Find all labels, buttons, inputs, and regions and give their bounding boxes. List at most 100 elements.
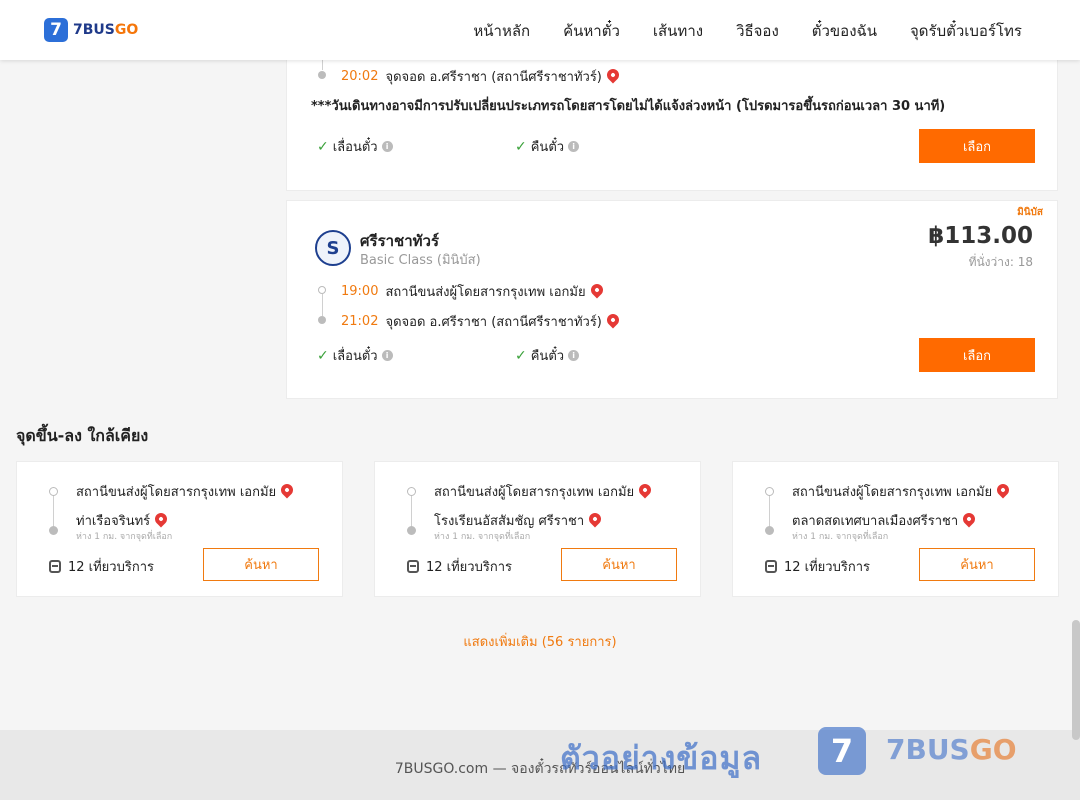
info-icon[interactable]: i	[381, 350, 393, 361]
arrive-row: 21:02 จุดจอด อ.ศรีราชา (สถานีศรีราชาทัวร…	[341, 311, 622, 332]
bus-icon	[765, 560, 777, 573]
trip-count: 12 เที่ยวบริการ	[407, 556, 512, 577]
search-button[interactable]: ค้นหา	[203, 548, 319, 581]
map-pin-icon[interactable]	[588, 281, 606, 298]
depart-time: 19:00	[341, 284, 379, 299]
feature-label: คืนตั๋ว	[530, 140, 565, 155]
to-stop: โรงเรียนอัสสัมชัญ ศรีราชา	[434, 510, 604, 531]
from-stop: สถานีขนส่งผู้โดยสารกรุงเทพ เอกมัย	[76, 481, 296, 502]
arrive-dot	[318, 71, 326, 79]
top-nav-bar: 7 7BUSGO หน้าหลัก ค้นหาตั๋ว เส้นทาง วิธี…	[0, 0, 1080, 60]
trip-count-label: 12 เที่ยวบริการ	[784, 560, 870, 575]
to-stop-label: ตลาดสดเทศบาลเมืองศรีราชา	[792, 514, 959, 529]
map-pin-icon[interactable]	[604, 311, 622, 328]
nav-routes[interactable]: เส้นทาง	[653, 19, 703, 43]
check-icon: ✓	[317, 138, 329, 155]
logo-text: 7BUSGO	[73, 22, 138, 38]
watermark-logo-mark: 7	[818, 727, 866, 775]
watermark-brand-go: GO	[969, 733, 1017, 766]
nearby-stop-card: สถานีขนส่งผู้โดยสารกรุงเทพ เอกมัย ท่าเรื…	[16, 461, 343, 597]
check-icon: ✓	[515, 138, 527, 155]
trip-notice: ***วันเดินทางอาจมีการปรับเปลี่ยนประเภทรถ…	[311, 99, 946, 114]
depart-stop: สถานีขนส่งผู้โดยสารกรุงเทพ เอกมัย	[385, 285, 586, 300]
from-stop-label: สถานีขนส่งผู้โดยสารกรุงเทพ เอกมัย	[792, 485, 993, 500]
feature-reschedule: ✓ เลื่อนตั๋ว i	[317, 136, 393, 157]
from-stop-label: สถานีขนส่งผู้โดยสารกรุงเทพ เอกมัย	[434, 485, 635, 500]
arrive-stop: จุดจอด อ.ศรีราชา (สถานีศรีราชาทัวร์)	[385, 315, 602, 330]
bus-class: Basic Class (มินิบัส)	[360, 253, 481, 268]
page-scrollbar[interactable]	[1072, 620, 1080, 740]
timeline-line	[322, 294, 323, 316]
timeline-line	[53, 494, 54, 530]
feature-refund: ✓ คืนตั๋ว i	[515, 136, 580, 157]
map-pin-icon[interactable]	[960, 510, 978, 527]
bus-type-badge: มินิบัส	[1017, 207, 1043, 218]
to-stop-label: ท่าเรือจรินทร์	[76, 514, 151, 529]
timeline-line	[411, 494, 412, 530]
arrive-stop: จุดจอด อ.ศรีราชา (สถานีศรีราชาทัวร์)	[385, 70, 602, 85]
ticket-price: ฿113.00	[928, 223, 1033, 249]
arrive-row: 20:02 จุดจอด อ.ศรีราชา (สถานีศรีราชาทัวร…	[341, 66, 622, 87]
to-dot	[407, 526, 416, 535]
from-dot	[407, 487, 416, 496]
check-icon: ✓	[515, 347, 527, 364]
select-trip-button[interactable]: เลือก	[919, 129, 1035, 163]
select-trip-button[interactable]: เลือก	[919, 338, 1035, 372]
nearby-stop-card: สถานีขนส่งผู้โดยสารกรุงเทพ เอกมัย ตลาดสด…	[732, 461, 1059, 597]
nav-ticket-points[interactable]: จุดรับตั๋วเบอร์โทร	[910, 19, 1022, 43]
info-icon[interactable]: i	[381, 141, 393, 152]
trip-count-label: 12 เที่ยวบริการ	[426, 560, 512, 575]
nav-how-to-book[interactable]: วิธีจอง	[736, 19, 779, 43]
watermark-brand: 7BUSGO	[886, 733, 1017, 766]
search-button[interactable]: ค้นหา	[919, 548, 1035, 581]
to-stop-label: โรงเรียนอัสสัมชัญ ศรีราชา	[434, 514, 585, 529]
check-icon: ✓	[317, 347, 329, 364]
distance-text: ห่าง 1 กม. จากจุดที่เลือก	[792, 532, 889, 542]
arrive-time: 21:02	[341, 314, 379, 329]
map-pin-icon[interactable]	[278, 481, 296, 498]
feature-refund: ✓ คืนตั๋ว i	[515, 345, 580, 366]
feature-label: เลื่อนตั๋ว	[332, 349, 378, 364]
show-more-link[interactable]: แสดงเพิ่มเติม (56 รายการ)	[0, 631, 1080, 652]
to-dot	[49, 526, 58, 535]
main-nav: หน้าหลัก ค้นหาตั๋ว เส้นทาง วิธีจอง ตั๋วข…	[473, 19, 1022, 43]
logo-go: GO	[114, 22, 139, 38]
search-button[interactable]: ค้นหา	[561, 548, 677, 581]
map-pin-icon[interactable]	[152, 510, 170, 527]
logo-mark: 7	[44, 18, 68, 42]
map-pin-icon[interactable]	[604, 66, 622, 83]
nav-search-tickets[interactable]: ค้นหาตั๋ว	[563, 19, 620, 43]
trip-count-label: 12 เที่ยวบริการ	[68, 560, 154, 575]
nav-my-tickets[interactable]: ตั๋วของฉัน	[812, 19, 877, 43]
depart-dot	[318, 286, 326, 294]
bus-icon	[49, 560, 61, 573]
from-stop: สถานีขนส่งผู้โดยสารกรุงเทพ เอกมัย	[434, 481, 654, 502]
info-icon[interactable]: i	[568, 141, 580, 152]
map-pin-icon[interactable]	[586, 510, 604, 527]
seats-available: ที่นั่งว่าง: 18	[968, 255, 1033, 269]
arrive-time: 20:02	[341, 69, 379, 84]
depart-row: 19:00 สถานีขนส่งผู้โดยสารกรุงเทพ เอกมัย	[341, 281, 606, 302]
company-logo-icon: S	[315, 230, 351, 266]
distance-text: ห่าง 1 กม. จากจุดที่เลือก	[76, 532, 173, 542]
from-stop: สถานีขนส่งผู้โดยสารกรุงเทพ เอกมัย	[792, 481, 1012, 502]
arrive-dot	[318, 316, 326, 324]
map-pin-icon[interactable]	[994, 481, 1012, 498]
nearby-stops-title: จุดขึ้น-ลง ใกล้เคียง	[16, 426, 149, 445]
map-pin-icon[interactable]	[636, 481, 654, 498]
from-stop-label: สถานีขนส่งผู้โดยสารกรุงเทพ เอกมัย	[76, 485, 277, 500]
watermark-text: ตัวอย่างข้อมูล	[560, 739, 763, 777]
to-stop: ตลาดสดเทศบาลเมืองศรีราชา	[792, 510, 978, 531]
nav-home[interactable]: หน้าหลัก	[473, 19, 530, 43]
feature-reschedule: ✓ เลื่อนตั๋ว i	[317, 345, 393, 366]
feature-label: คืนตั๋ว	[530, 349, 565, 364]
trip-count: 12 เที่ยวบริการ	[765, 556, 870, 577]
trip-card: 20:02 จุดจอด อ.ศรีราชา (สถานีศรีราชาทัวร…	[286, 55, 1058, 191]
site-logo[interactable]: 7 7BUSGO	[44, 18, 138, 42]
info-icon[interactable]: i	[568, 350, 580, 361]
from-dot	[49, 487, 58, 496]
from-dot	[765, 487, 774, 496]
watermark-brand-text: 7BUS	[886, 733, 970, 766]
bus-icon	[407, 560, 419, 573]
timeline-line	[769, 494, 770, 530]
